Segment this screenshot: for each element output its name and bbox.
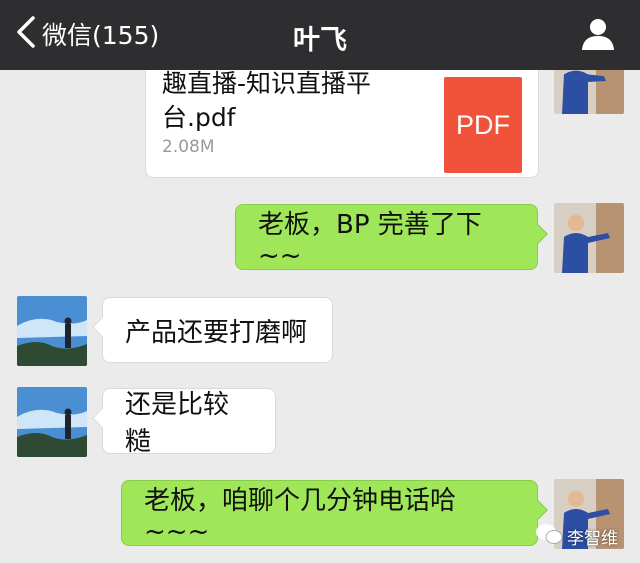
file-size: 2.08M [162,137,215,157]
chat-title: 叶飞 [293,25,347,56]
pdf-icon-label: PDF [456,109,510,140]
message-text: 还是比较糙 [125,390,230,457]
contact-avatar[interactable] [17,387,87,457]
message-text: 老板，咱聊个几分钟电话哈~~~ [144,485,457,547]
contact-avatar[interactable] [17,296,87,366]
message-bubble-self[interactable]: 老板，咱聊个几分钟电话哈~~~ [121,480,548,547]
watermark: 李智维 [535,522,618,551]
message-bubble-self[interactable]: 老板，BP 完善了下~~ [235,204,548,271]
person-icon[interactable] [580,16,616,52]
file-name: 趣直播-知识直播平 台.pdf [162,69,372,132]
self-avatar[interactable] [554,203,624,273]
message-text: 产品还要打磨啊 [125,317,308,348]
message-text: 老板，BP 完善了下~~ [258,209,482,271]
message-bubble-other[interactable]: 还是比较糙 [92,388,276,457]
watermark-text: 李智维 [567,529,618,549]
message-bubble-other[interactable]: 产品还要打磨啊 [92,297,333,363]
wechat-icon [535,522,567,551]
navigation-bar: 微信(155) 叶飞 [0,0,640,70]
pdf-icon: PDF [444,77,522,173]
